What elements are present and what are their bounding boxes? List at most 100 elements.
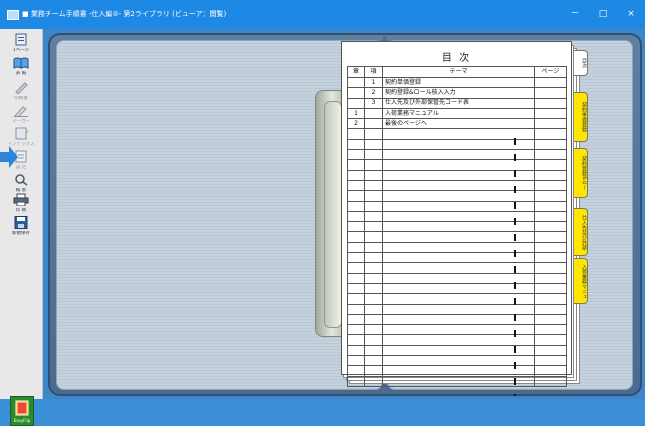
empty-cell [347, 262, 365, 274]
printer-icon [13, 193, 29, 206]
toc-empty-row [347, 313, 567, 326]
easyflip-book-icon [15, 400, 29, 416]
header-theme: テーマ [382, 66, 535, 78]
empty-cell [534, 262, 567, 274]
row-theme-link[interactable]: 仕入先及び外部保管先コード表 [382, 97, 535, 109]
tab-toc[interactable]: 目次 [574, 50, 588, 76]
empty-cell [347, 313, 365, 326]
empty-cell [364, 334, 383, 346]
toc-empty-row [347, 231, 567, 243]
empty-cell [382, 344, 535, 357]
page-pointer-arrow-icon [0, 146, 18, 168]
toc-row[interactable]: 1 入荷業務マニュアル [347, 107, 567, 120]
toc-empty-row [347, 149, 567, 161]
toc-empty-row [347, 252, 567, 264]
empty-cell [364, 210, 383, 223]
empty-cell [534, 334, 567, 346]
toc-header-row: 章 項 テーマ ページ [347, 66, 567, 78]
easyflip-logo[interactable]: EasyFlip [10, 396, 34, 426]
maximize-button[interactable]: □ [596, 7, 610, 21]
book-icon [13, 57, 29, 69]
empty-cell [364, 365, 383, 377]
tab-receiving-manual[interactable]: 入荷業務マニュ [574, 258, 588, 304]
toc-empty-row [347, 138, 567, 151]
save-button[interactable]: 新規保存 [6, 215, 36, 243]
row-theme-link[interactable]: 契約登録&ロール枝入入力 [382, 87, 535, 99]
row-chapter [347, 76, 365, 89]
empty-cell [347, 344, 365, 357]
empty-cell [382, 375, 535, 387]
print-after-label: 印刷後 [14, 96, 28, 101]
empty-cell [534, 190, 567, 202]
tab-contract-roll[interactable]: 契約登録&ロー [574, 148, 588, 198]
easyflip-label: EasyFlip [13, 418, 31, 423]
empty-cell [364, 344, 383, 357]
toc-row[interactable]: 2 最後のページへ [347, 118, 567, 130]
empty-cell [347, 252, 365, 264]
row-theme-link[interactable]: 最後のページへ [382, 118, 535, 130]
empty-cell [534, 179, 567, 192]
empty-cell [382, 138, 535, 151]
header-page: ページ [534, 66, 567, 78]
empty-cell [347, 293, 365, 305]
empty-cell [382, 128, 535, 140]
tab-supplier-codes[interactable]: 仕入先及び外部 [574, 208, 588, 256]
search-icon [15, 174, 28, 186]
empty-cell [347, 221, 365, 233]
toc-row[interactable]: 2 契約登録&ロール枝入入力 [347, 87, 567, 99]
floppy-disk-icon [14, 216, 28, 229]
empty-cell [382, 282, 535, 295]
display-button[interactable]: 表 紙 [6, 55, 36, 83]
minimize-button[interactable]: － [568, 7, 582, 21]
empty-cell [534, 169, 567, 181]
row-page [534, 118, 567, 130]
empty-cell [382, 190, 535, 202]
app-icon [7, 10, 19, 20]
empty-cell [534, 365, 567, 377]
empty-cell [347, 200, 365, 212]
toc-empty-row [347, 282, 567, 295]
toc-row[interactable]: 1 契約単価登録 [347, 76, 567, 89]
toc-empty-row [347, 365, 567, 377]
tab-contract-price[interactable]: 契約単価登録 [574, 92, 588, 142]
empty-cell [382, 334, 535, 346]
empty-cell [364, 241, 383, 254]
empty-cell [364, 231, 383, 243]
empty-cell [534, 355, 567, 367]
empty-cell [347, 272, 365, 284]
display-label: 表 紙 [15, 71, 27, 76]
left-toolbar: 1ページ 表 紙 印刷後 マーカー インデックス 設 定 検 索 印 刷 新規保… [0, 29, 43, 426]
empty-cell [534, 241, 567, 254]
empty-cell [382, 200, 535, 212]
empty-cell [382, 210, 535, 223]
close-button[interactable]: × [624, 7, 638, 21]
empty-cell [382, 365, 535, 377]
empty-cell [347, 303, 365, 315]
empty-cell [347, 138, 365, 151]
empty-cell [534, 128, 567, 140]
empty-cell [364, 149, 383, 161]
empty-cell [534, 221, 567, 233]
row-page [534, 97, 567, 109]
row-item [364, 118, 383, 130]
empty-cell [364, 375, 383, 387]
header-item: 項 [364, 66, 383, 78]
empty-cell [382, 159, 535, 171]
toc-page[interactable]: 目 次 章 項 テーマ ページ 1 契約単価登録 2 契約登録&ロール枝入入力 … [341, 41, 572, 387]
empty-cell [364, 200, 383, 212]
index-icon [15, 127, 28, 140]
empty-cell [534, 252, 567, 264]
row-theme-link[interactable]: 契約単価登録 [382, 76, 535, 89]
toc-title: 目 次 [441, 53, 472, 64]
print-label: 印 刷 [15, 208, 27, 213]
empty-cell [534, 293, 567, 305]
toc-empty-row [347, 179, 567, 192]
row-theme-link[interactable]: 入荷業務マニュアル [382, 107, 535, 120]
row-page [534, 76, 567, 89]
toc-row[interactable]: 3 仕入先及び外部保管先コード表 [347, 97, 567, 109]
page-center-dashes [514, 138, 516, 396]
empty-cell [534, 375, 567, 387]
empty-cell [364, 303, 383, 315]
empty-cell [347, 190, 365, 202]
row-page [534, 87, 567, 99]
